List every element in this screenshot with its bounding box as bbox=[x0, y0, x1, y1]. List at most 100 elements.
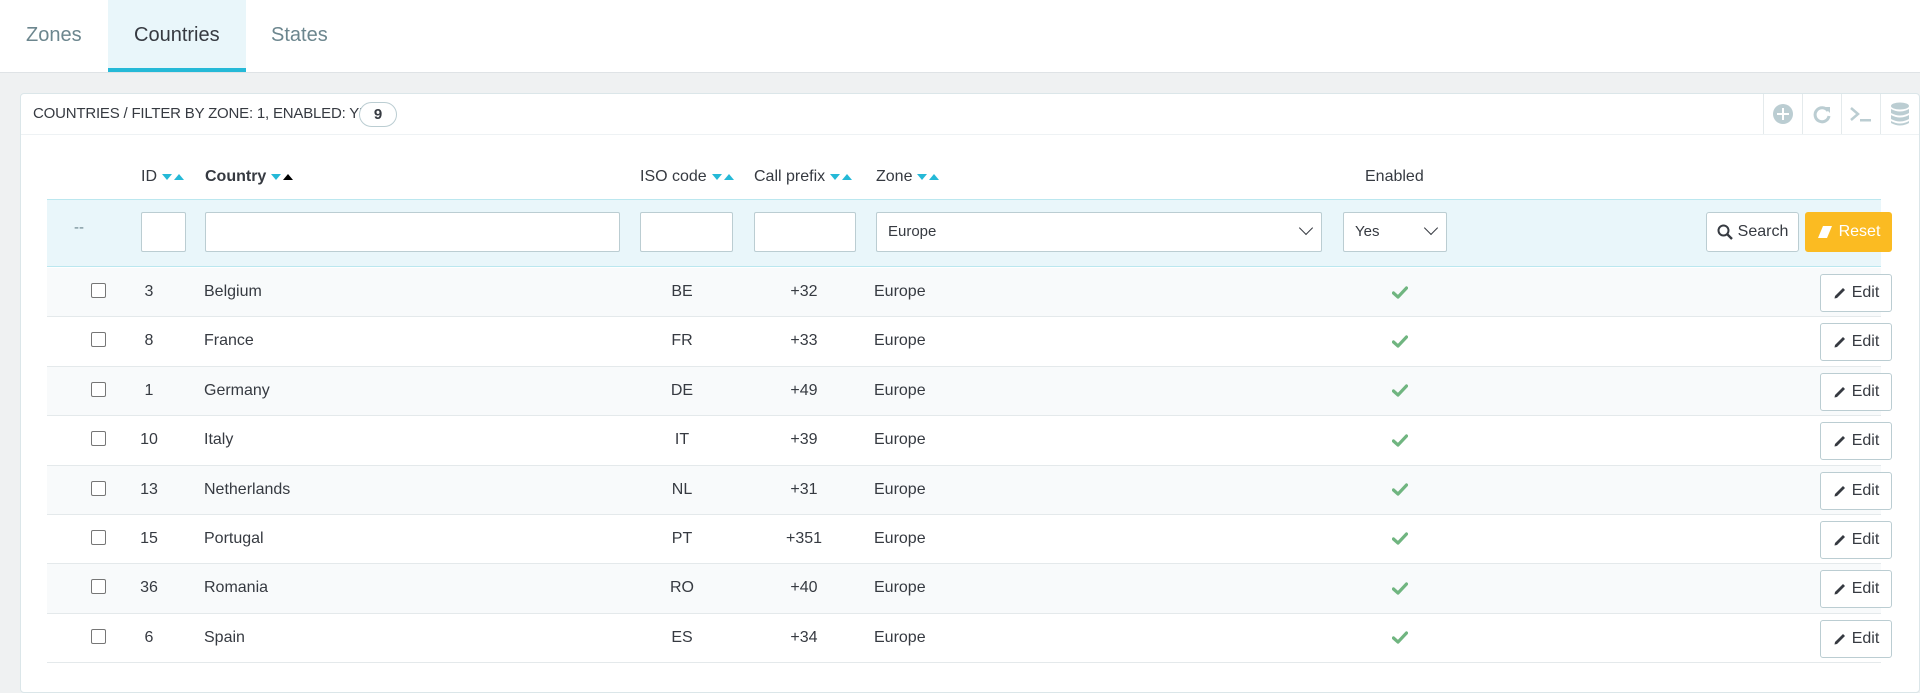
cell-iso-code: FR bbox=[671, 332, 693, 350]
row-checkbox[interactable] bbox=[91, 283, 106, 298]
edit-button[interactable]: Edit bbox=[1820, 323, 1892, 362]
sort-desc-icon[interactable] bbox=[830, 174, 841, 180]
check-icon[interactable] bbox=[1385, 367, 1415, 415]
pencil-icon bbox=[1834, 288, 1845, 299]
sort-asc-active-icon[interactable] bbox=[283, 174, 294, 180]
sort-desc-icon[interactable] bbox=[271, 174, 282, 180]
edit-button[interactable]: Edit bbox=[1820, 274, 1892, 312]
table-body: 3 Belgium BE +32 Europe Edit 8 France FR +33 Europ… bbox=[47, 268, 1892, 664]
cell-iso-code: NL bbox=[671, 480, 693, 498]
cell-zone: Europe bbox=[874, 579, 926, 597]
cell-id: 1 bbox=[144, 381, 154, 399]
tab-countries[interactable]: Countries bbox=[108, 0, 246, 72]
cell-iso-code: DE bbox=[670, 381, 694, 399]
row-checkbox[interactable] bbox=[91, 431, 106, 447]
sort-asc-icon[interactable] bbox=[929, 174, 940, 180]
database-icon[interactable] bbox=[1880, 94, 1919, 134]
edit-button[interactable]: Edit bbox=[1820, 570, 1892, 609]
column-header-iso-code: ISO code bbox=[640, 168, 734, 186]
row-checkbox[interactable] bbox=[91, 529, 106, 545]
reset-button[interactable]: Reset bbox=[1805, 212, 1892, 252]
check-icon[interactable] bbox=[1385, 515, 1415, 563]
cell-zone: Europe bbox=[874, 480, 926, 498]
cell-zone: Europe bbox=[874, 529, 926, 547]
tabs-bar: Zones Countries States bbox=[0, 0, 1920, 73]
column-header-country: Country bbox=[205, 168, 294, 186]
row-checkbox[interactable] bbox=[91, 480, 106, 496]
row-checkbox[interactable] bbox=[91, 579, 106, 595]
table-header: ID Country ISO code Call prefix Zone Ena… bbox=[47, 144, 1881, 200]
sort-desc-icon[interactable] bbox=[917, 174, 928, 180]
id-filter-input[interactable] bbox=[141, 212, 186, 252]
table-row[interactable]: 6 Spain ES +34 Europe Edit bbox=[47, 614, 1892, 664]
cell-id: 8 bbox=[144, 332, 154, 350]
call-prefix-filter-input[interactable] bbox=[754, 212, 856, 252]
edit-button[interactable]: Edit bbox=[1820, 422, 1892, 461]
sql-query-icon[interactable] bbox=[1841, 94, 1880, 134]
cell-country: Italy bbox=[204, 431, 234, 449]
row-checkbox[interactable] bbox=[91, 628, 106, 644]
check-icon[interactable] bbox=[1385, 466, 1415, 514]
cell-call-prefix: +34 bbox=[790, 628, 818, 646]
zone-filter-select[interactable]: Europe bbox=[876, 212, 1322, 252]
add-icon[interactable] bbox=[1763, 94, 1802, 134]
check-icon[interactable] bbox=[1385, 614, 1415, 662]
check-icon[interactable] bbox=[1385, 416, 1415, 464]
search-button[interactable]: Search bbox=[1706, 212, 1799, 252]
cell-call-prefix: +32 bbox=[790, 283, 818, 300]
table-row[interactable]: 10 Italy IT +39 Europe Edit bbox=[47, 416, 1892, 466]
table-row[interactable]: 3 Belgium BE +32 Europe Edit bbox=[47, 268, 1892, 318]
table-row[interactable]: 13 Netherlands NL +31 Europe Edit bbox=[47, 465, 1892, 515]
edit-button-label: Edit bbox=[1851, 629, 1880, 647]
enabled-filter-select[interactable]: Yes bbox=[1343, 212, 1447, 252]
cell-country: Netherlands bbox=[204, 480, 291, 498]
table-row[interactable]: 15 Portugal PT +351 Europe Edit bbox=[47, 515, 1892, 565]
edit-button-label: Edit bbox=[1851, 382, 1880, 400]
edit-button[interactable]: Edit bbox=[1820, 520, 1892, 559]
cell-call-prefix: +39 bbox=[790, 431, 818, 449]
cell-iso-code: PT bbox=[671, 529, 693, 547]
search-icon bbox=[1717, 224, 1733, 240]
cell-zone: Europe bbox=[874, 283, 926, 300]
check-icon[interactable] bbox=[1385, 268, 1415, 316]
cell-iso-code: ES bbox=[671, 628, 693, 646]
chevron-down-icon bbox=[1423, 220, 1439, 236]
pencil-icon bbox=[1834, 534, 1845, 546]
table-row[interactable]: 36 Romania RO +40 Europe Edit bbox=[47, 564, 1892, 614]
cell-call-prefix: +40 bbox=[790, 579, 818, 597]
sort-asc-icon[interactable] bbox=[842, 174, 853, 180]
column-header-call-prefix: Call prefix bbox=[754, 168, 853, 186]
chevron-down-icon bbox=[1298, 220, 1314, 236]
tab-states[interactable]: States bbox=[245, 0, 354, 72]
panel-title: Countries / Filter by Zone: 1, Enabled: … bbox=[33, 105, 379, 122]
panel-heading: Countries / Filter by Zone: 1, Enabled: … bbox=[21, 94, 1919, 135]
edit-button-label: Edit bbox=[1851, 580, 1880, 598]
pencil-icon bbox=[1834, 633, 1845, 645]
country-filter-input[interactable] bbox=[205, 212, 620, 252]
cell-zone: Europe bbox=[874, 332, 926, 350]
iso-code-filter-input[interactable] bbox=[640, 212, 733, 252]
cell-zone: Europe bbox=[874, 381, 926, 399]
cell-zone: Europe bbox=[874, 628, 926, 646]
cell-id: 6 bbox=[144, 628, 154, 646]
edit-button[interactable]: Edit bbox=[1820, 372, 1892, 411]
cell-call-prefix: +49 bbox=[790, 381, 818, 399]
table-row[interactable]: 1 Germany DE +49 Europe Edit bbox=[47, 366, 1892, 417]
sort-desc-icon[interactable] bbox=[162, 174, 172, 180]
cell-country: Germany bbox=[204, 381, 270, 399]
row-checkbox[interactable] bbox=[91, 332, 106, 348]
sort-asc-icon[interactable] bbox=[723, 174, 734, 180]
edit-button[interactable]: Edit bbox=[1820, 471, 1892, 510]
sort-desc-icon[interactable] bbox=[711, 174, 722, 180]
edit-button[interactable]: Edit bbox=[1820, 619, 1892, 658]
column-header-id: ID bbox=[141, 168, 184, 186]
edit-button-label: Edit bbox=[1851, 333, 1880, 351]
row-checkbox[interactable] bbox=[91, 381, 106, 397]
tab-zones[interactable]: Zones bbox=[0, 0, 108, 72]
table-row[interactable]: 8 France FR +33 Europe Edit bbox=[47, 317, 1892, 367]
refresh-icon[interactable] bbox=[1802, 94, 1841, 134]
check-icon[interactable] bbox=[1385, 317, 1415, 365]
check-icon[interactable] bbox=[1385, 564, 1415, 612]
column-header-enabled: Enabled bbox=[1365, 168, 1424, 185]
sort-asc-icon[interactable] bbox=[174, 174, 184, 180]
